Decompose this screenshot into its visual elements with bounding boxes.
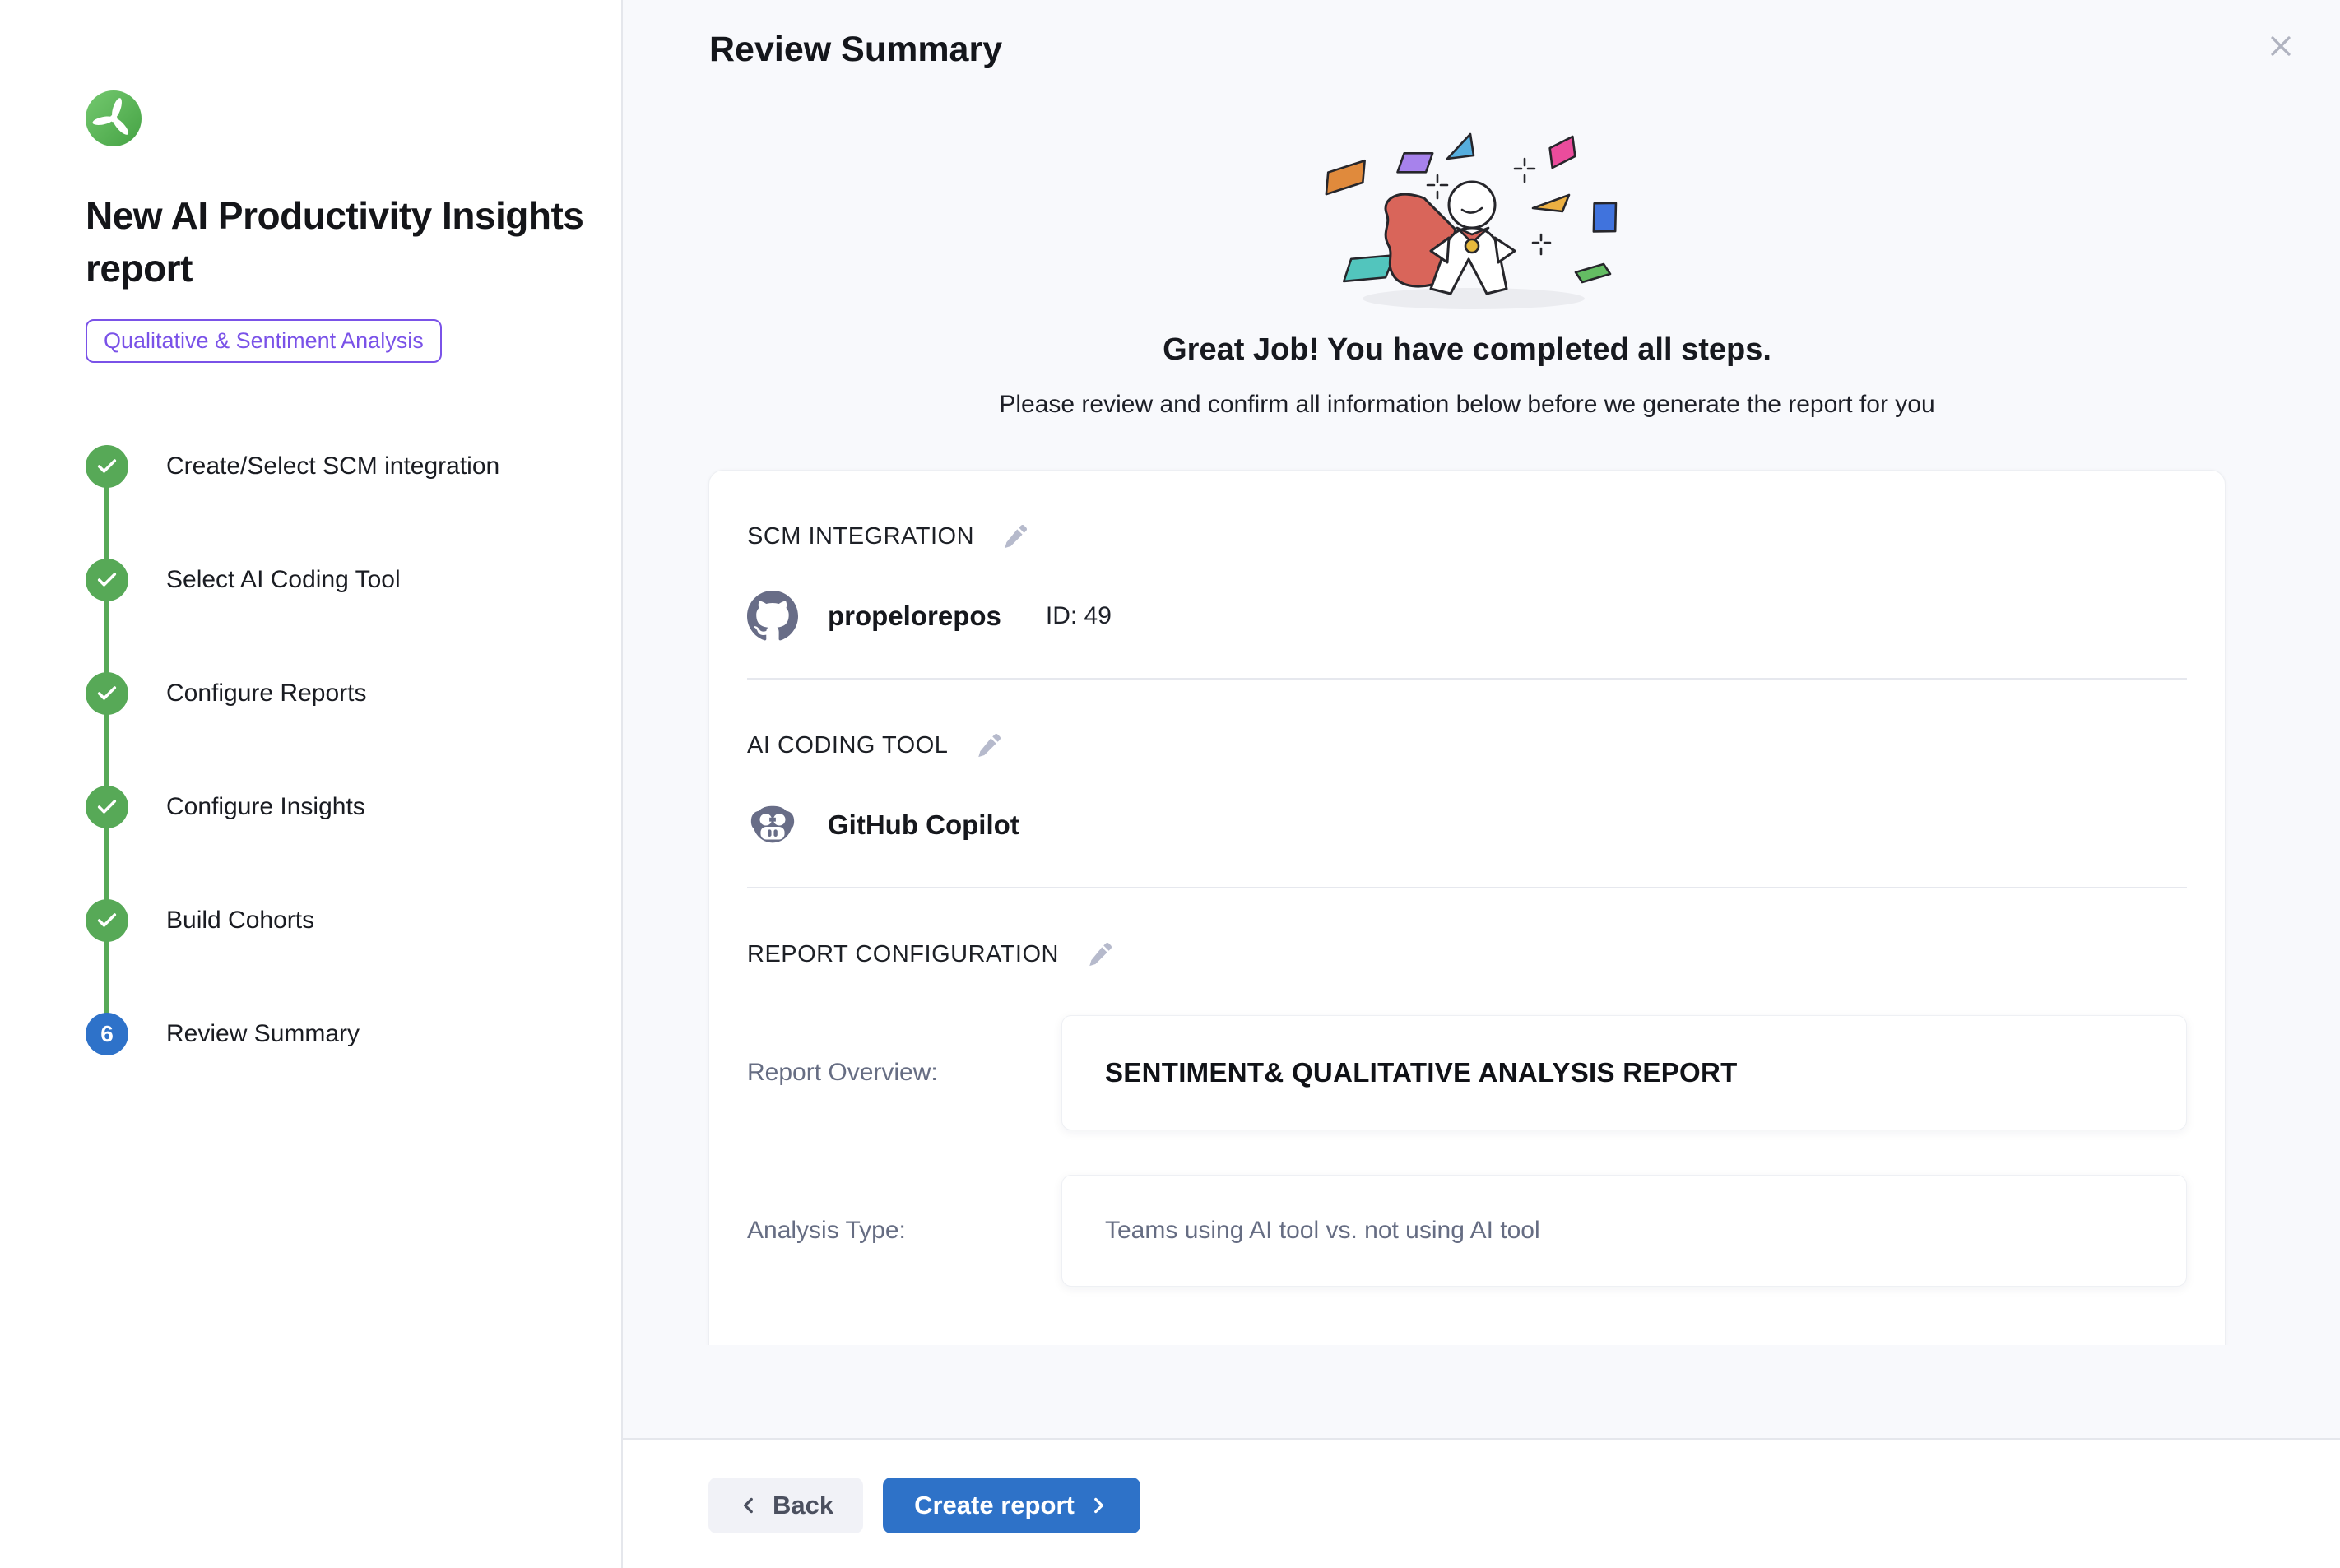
edit-ai-tool-pencil-icon[interactable] xyxy=(973,729,1005,762)
review-summary-panel: Review Summary xyxy=(623,0,2340,1568)
step-configure-insights[interactable]: Configure Insights xyxy=(86,786,588,828)
propelo-logo-icon xyxy=(86,90,142,146)
analysis-type-row: Analysis Type: Teams using AI tool vs. n… xyxy=(747,1175,2187,1287)
ai-tool-section-header: AI CODING TOOL xyxy=(747,729,2187,762)
scm-integration-section: SCM INTEGRATION propelorepos ID: 49 xyxy=(709,471,2225,678)
step-number: 6 xyxy=(100,1021,114,1047)
ai-tool-name: GitHub Copilot xyxy=(828,810,1019,841)
step-review-summary[interactable]: 6 Review Summary xyxy=(86,1013,588,1055)
report-overview-value: SENTIMENT& QUALITATIVE ANALYSIS REPORT xyxy=(1105,1057,1738,1088)
report-configuration-section: REPORT CONFIGURATION Report Overview: SE… xyxy=(709,888,2225,1345)
edit-report-config-pencil-icon[interactable] xyxy=(1084,938,1117,971)
back-button[interactable]: Back xyxy=(708,1478,863,1533)
ai-tool-section-label: AI CODING TOOL xyxy=(747,732,948,759)
app-window: New AI Productivity Insights report Qual… xyxy=(0,0,2340,1568)
page-title: Review Summary xyxy=(709,30,2340,70)
step-label: Configure Reports xyxy=(166,680,366,707)
scm-section-label: SCM INTEGRATION xyxy=(747,523,974,550)
step-build-cohorts[interactable]: Build Cohorts xyxy=(86,899,588,942)
step-label: Review Summary xyxy=(166,1020,360,1048)
congrats-title: Great Job! You have completed all steps. xyxy=(708,332,2226,368)
step-create-select-scm[interactable]: Create/Select SCM integration xyxy=(86,445,588,488)
analysis-type-label: Analysis Type: xyxy=(747,1217,1027,1245)
congrats-block: Great Job! You have completed all steps.… xyxy=(708,123,2226,419)
step-check-icon xyxy=(86,672,128,715)
report-config-section-header: REPORT CONFIGURATION xyxy=(747,938,2187,971)
analysis-type-value: Teams using AI tool vs. not using AI too… xyxy=(1105,1217,1540,1244)
scm-integration-row: propelorepos ID: 49 xyxy=(747,591,2187,642)
wizard-sidebar: New AI Productivity Insights report Qual… xyxy=(0,0,623,1568)
analysis-type-badge: Qualitative & Sentiment Analysis xyxy=(86,319,442,363)
steps-connector-line xyxy=(104,466,109,1034)
review-summary-card: SCM INTEGRATION propelorepos ID: 49 xyxy=(708,470,2226,1345)
chevron-left-icon xyxy=(738,1495,759,1516)
panel-scroll-area[interactable]: Great Job! You have completed all steps.… xyxy=(623,70,2340,1345)
analysis-type-value-box: Teams using AI tool vs. not using AI too… xyxy=(1061,1175,2187,1287)
congrats-subtitle: Please review and confirm all informatio… xyxy=(708,391,2226,419)
panel-header: Review Summary xyxy=(623,0,2340,70)
step-check-icon xyxy=(86,899,128,942)
step-select-ai-coding-tool[interactable]: Select AI Coding Tool xyxy=(86,559,588,601)
step-label: Configure Insights xyxy=(166,793,365,821)
close-icon[interactable] xyxy=(2263,28,2299,64)
step-label: Build Cohorts xyxy=(166,907,314,935)
wizard-steps-list: Create/Select SCM integration Select AI … xyxy=(86,445,588,1055)
step-configure-reports[interactable]: Configure Reports xyxy=(86,672,588,715)
integration-name: propelorepos xyxy=(828,601,1001,632)
step-check-icon xyxy=(86,445,128,488)
report-overview-row: Report Overview: SENTIMENT& QUALITATIVE … xyxy=(747,1015,2187,1130)
celebration-hero-illustration xyxy=(1286,123,1648,320)
step-label: Create/Select SCM integration xyxy=(166,452,499,480)
create-report-button-label: Create report xyxy=(914,1491,1075,1520)
wizard-footer: Back Create report xyxy=(623,1438,2340,1568)
create-report-button[interactable]: Create report xyxy=(883,1478,1140,1533)
integration-id: ID: 49 xyxy=(1046,602,1112,630)
github-icon xyxy=(747,591,798,642)
ai-coding-tool-section: AI CODING TOOL xyxy=(709,680,2225,887)
scm-section-header: SCM INTEGRATION xyxy=(747,520,2187,553)
back-button-label: Back xyxy=(773,1491,833,1520)
report-config-section-label: REPORT CONFIGURATION xyxy=(747,941,1059,968)
edit-scm-pencil-icon[interactable] xyxy=(999,520,1032,553)
ai-tool-row: GitHub Copilot xyxy=(747,800,2187,851)
report-overview-value-box: SENTIMENT& QUALITATIVE ANALYSIS REPORT xyxy=(1061,1015,2187,1130)
copilot-icon xyxy=(747,800,798,851)
report-overview-label: Report Overview: xyxy=(747,1059,1027,1087)
step-check-icon xyxy=(86,559,128,601)
step-number-badge: 6 xyxy=(86,1013,128,1055)
step-label: Select AI Coding Tool xyxy=(166,566,401,594)
step-check-icon xyxy=(86,786,128,828)
report-wizard-title: New AI Productivity Insights report xyxy=(86,189,588,295)
chevron-right-icon xyxy=(1088,1495,1109,1516)
